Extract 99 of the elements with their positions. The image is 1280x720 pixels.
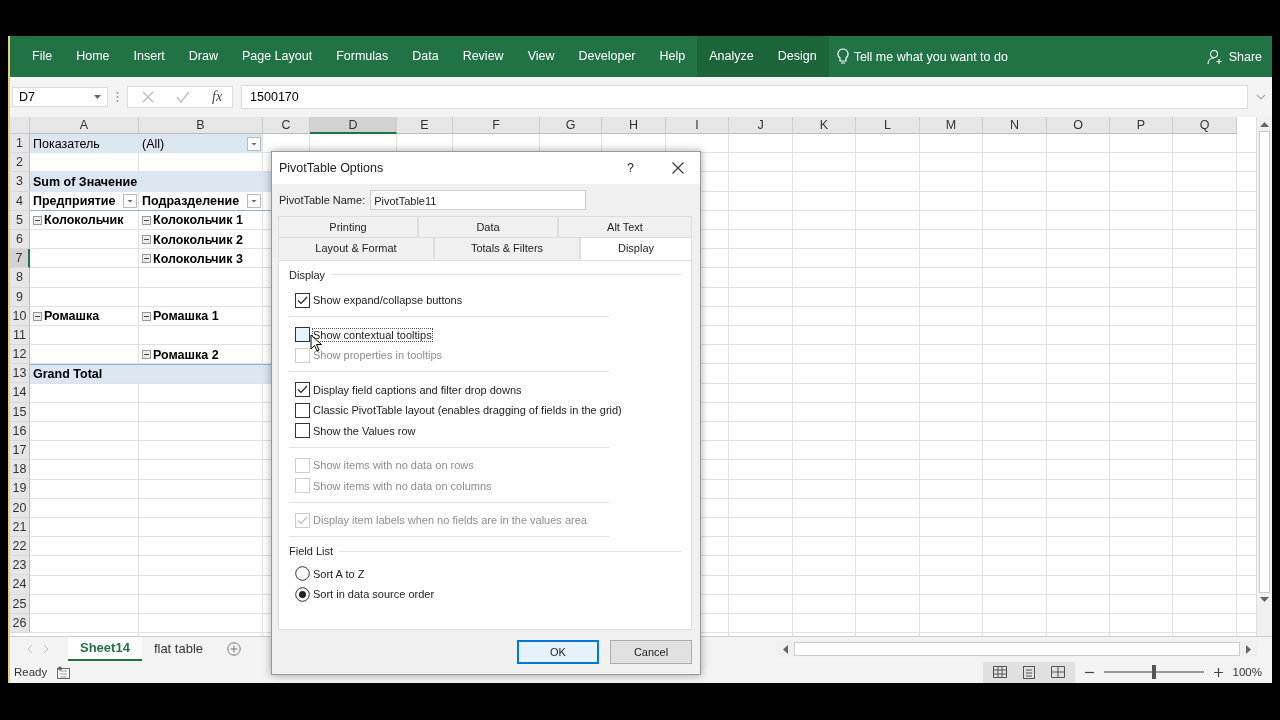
column-header[interactable]: I — [666, 117, 729, 134]
table-cell: Подразделение — [139, 191, 263, 211]
table-cell: Ромашка 1 — [139, 306, 263, 326]
row-header[interactable]: 2 — [10, 153, 30, 173]
row-header[interactable]: 12 — [10, 345, 30, 365]
checkbox-label[interactable]: Show the Values row — [313, 424, 416, 437]
row-header[interactable]: 11 — [10, 325, 30, 346]
column-header[interactable]: F — [453, 117, 540, 134]
column-header[interactable]: B — [139, 117, 263, 134]
column-header[interactable]: D — [310, 117, 397, 134]
radio-label[interactable]: Sort in data source order — [313, 588, 435, 601]
column-header[interactable]: G — [540, 117, 602, 134]
row-header[interactable]: 4 — [10, 191, 30, 211]
checkbox-label[interactable]: Show contextual tooltips — [313, 328, 432, 341]
row-header[interactable]: 13 — [10, 364, 30, 384]
row-header[interactable]: 18 — [10, 460, 30, 480]
dialog-tab[interactable]: Layout & Format — [278, 236, 434, 258]
ribbon-tab[interactable]: Insert — [121, 36, 177, 77]
column-header[interactable]: L — [856, 117, 920, 134]
row-header[interactable]: 21 — [10, 517, 30, 537]
ribbon-tab[interactable]: Help — [647, 36, 698, 77]
table-cell: Предприятие — [30, 191, 139, 211]
table-cell: Ромашка — [30, 306, 139, 326]
column-header[interactable]: A — [30, 117, 139, 134]
sheet-tab[interactable]: flat table — [141, 638, 216, 660]
zoom-level[interactable]: 100% — [1232, 666, 1268, 678]
row-header[interactable]: 10 — [10, 306, 30, 326]
row-header[interactable]: 14 — [10, 383, 30, 403]
section-heading: Field List — [289, 545, 334, 558]
help-button[interactable]: ? — [627, 160, 634, 175]
name-label: PivotTable Name: — [279, 193, 366, 206]
row-header[interactable]: 26 — [10, 613, 30, 633]
row-header[interactable]: 15 — [10, 402, 30, 422]
ribbon-tab[interactable]: Review — [450, 36, 516, 77]
name-field[interactable]: PivotTable11 — [370, 189, 587, 210]
row-header[interactable]: 1 — [10, 134, 30, 154]
radio-label[interactable]: Sort A to Z — [313, 567, 365, 580]
row-header[interactable]: 17 — [10, 441, 30, 461]
ribbon-tab[interactable]: Data — [400, 36, 451, 77]
ribbon-tab[interactable]: Formulas — [324, 36, 401, 77]
column-header[interactable]: J — [729, 117, 793, 134]
dialog-tab[interactable]: Alt Text — [558, 215, 692, 237]
ribbon-tab[interactable]: Page Layout — [229, 36, 325, 77]
row-header[interactable]: 5 — [10, 210, 30, 230]
status-text: Ready — [14, 666, 48, 678]
tell-me-search[interactable]: Tell me what you want to do — [836, 48, 1008, 65]
column-header[interactable]: M — [920, 117, 983, 134]
column-header[interactable]: O — [1047, 117, 1110, 134]
table-cell: Grand Total — [30, 364, 139, 384]
dialog-tab[interactable]: Data — [418, 215, 558, 237]
ribbon-tab[interactable]: View — [515, 36, 567, 77]
table-cell: Sum of Значение — [30, 172, 139, 192]
table-cell: (All) — [139, 134, 263, 154]
name-box[interactable]: D7 — [12, 87, 108, 107]
dialog-title: PivotTable Options — [279, 160, 384, 175]
row-header[interactable]: 20 — [10, 498, 30, 518]
column-header[interactable]: N — [983, 117, 1047, 134]
checkbox-label[interactable]: Display field captions and filter drop downs — [313, 383, 522, 396]
ribbon-tab[interactable]: Analyze — [697, 36, 766, 77]
dialog-tab[interactable]: Totals & Filters — [434, 236, 580, 258]
table-cell: Колокольчик 2 — [139, 229, 263, 250]
column-header[interactable]: C — [263, 117, 310, 134]
table-cell: Показатель — [30, 134, 139, 154]
checkbox-label[interactable]: Classic PivotTable layout (enables dragging of fields in the grid) — [313, 404, 622, 417]
share-button[interactable]: Share — [1206, 48, 1272, 65]
cancel-button[interactable]: Cancel — [610, 640, 692, 664]
ribbon-tab[interactable]: Draw — [176, 36, 230, 77]
column-header[interactable]: Q — [1173, 117, 1237, 134]
sheet-tab[interactable]: Sheet14 — [68, 637, 142, 661]
table-cell: Колокольчик — [30, 210, 139, 230]
insert-function-button[interactable]: fx — [212, 89, 223, 105]
row-header[interactable]: 9 — [10, 287, 30, 307]
table-cell: Колокольчик 1 — [139, 210, 263, 230]
column-header[interactable]: K — [793, 117, 856, 134]
row-header[interactable]: 24 — [10, 575, 30, 595]
formula-field[interactable]: 1500170 — [241, 85, 1248, 109]
ribbon-tab[interactable]: Developer — [566, 36, 648, 77]
ribbon-tab[interactable]: File — [20, 36, 65, 77]
ribbon-tab[interactable]: Design — [765, 36, 829, 77]
ribbon-tab[interactable]: Home — [64, 36, 122, 77]
column-header[interactable]: P — [1110, 117, 1173, 134]
dialog-tab[interactable]: Display — [580, 236, 692, 260]
row-header[interactable]: 8 — [10, 268, 30, 288]
dialog-tab[interactable]: Printing — [278, 215, 418, 237]
column-header[interactable]: H — [602, 117, 666, 134]
table-cell: Ромашка 2 — [139, 345, 263, 365]
row-header[interactable]: 3 — [10, 172, 30, 192]
row-header[interactable]: 19 — [10, 479, 30, 499]
row-header[interactable]: 22 — [10, 536, 30, 557]
row-header[interactable]: 16 — [10, 421, 30, 441]
row-header[interactable]: 7 — [10, 249, 30, 269]
row-header[interactable]: 25 — [10, 594, 30, 614]
ok-button[interactable]: OK — [517, 640, 599, 664]
table-cell: Колокольчик 3 — [139, 249, 263, 269]
checkbox-label[interactable]: Show expand/collapse buttons — [313, 294, 463, 307]
row-header[interactable]: 6 — [10, 229, 30, 250]
column-header[interactable]: E — [397, 117, 453, 134]
section-heading: Display — [289, 268, 326, 281]
row-header[interactable]: 23 — [10, 556, 30, 576]
